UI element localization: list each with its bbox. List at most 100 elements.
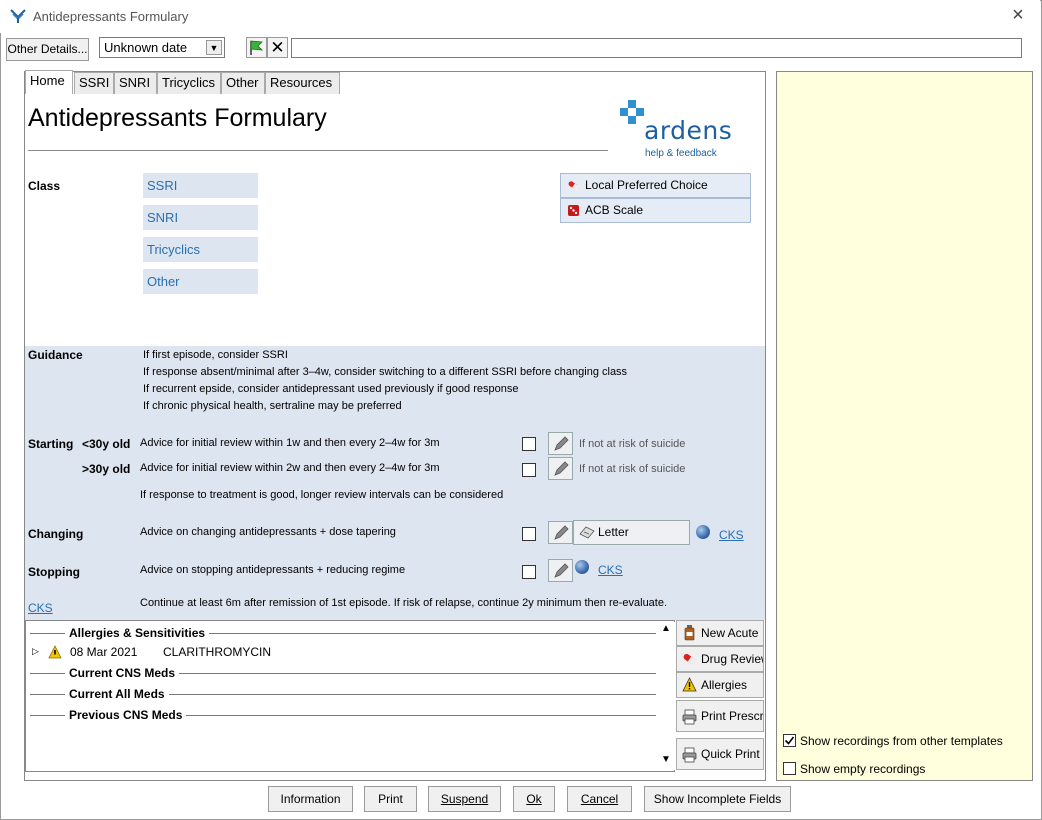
starting-under-30-checkbox[interactable] [522,437,536,451]
checkmark-icon [784,736,795,745]
show-incomplete-fields-button[interactable]: Show Incomplete Fields [644,786,791,812]
class-button-snri[interactable]: SNRI [143,205,258,230]
print-button[interactable]: Print [364,786,417,812]
starting-under-30-note: If not at risk of suicide [579,438,686,450]
date-select-value: Unknown date [104,40,188,55]
show-empty-recordings-label: Show empty recordings [800,762,926,776]
medications-list[interactable]: Allergies & Sensitivities ▷ 08 Mar 2021 … [25,620,675,772]
letter-button[interactable]: Letter [573,520,690,545]
tab-tricyclics[interactable]: Tricyclics [157,72,221,94]
section-current-all-meds: Current All Meds [30,687,660,701]
other-details-button[interactable]: Other Details... [6,38,89,61]
new-acute-button[interactable]: New Acute [676,620,764,646]
starting-footer: If response to treatment is good, longer… [140,489,504,501]
help-feedback-link[interactable]: help & feedback [645,148,717,159]
medicine-bottle-icon [684,625,695,641]
starting-age-under-30: <30y old [82,437,131,451]
guidance-line-4: If chronic physical health, sertraline m… [143,400,402,412]
drug-review-label: Drug Review [701,652,764,666]
allergies-label: Allergies [701,678,748,692]
expand-arrow-icon[interactable]: ▷ [32,646,39,657]
window-title: Antidepressants Formulary [33,9,189,24]
scroll-down-icon[interactable]: ▼ [661,754,671,765]
starting-over-30-checkbox[interactable] [522,463,536,477]
section-allergies-title: Allergies & Sensitivities [65,626,210,640]
allergies-button[interactable]: Allergies [676,672,764,698]
letter-label: Letter [598,525,629,539]
cancel-button[interactable]: Cancel [567,786,632,812]
changing-cks-link[interactable]: CKS [719,528,744,542]
quick-print-button[interactable]: Quick Print ... [676,738,764,770]
class-label: Class [28,179,61,193]
local-preferred-choice-label: Local Preferred Choice [585,178,708,192]
class-button-ssri[interactable]: SSRI [143,173,258,198]
starting-under-30-edit-button[interactable] [548,432,573,455]
chevron-down-icon[interactable]: ▼ [206,40,222,55]
close-button[interactable]: × [1006,4,1030,28]
starting-over-30-note: If not at risk of suicide [579,463,686,475]
tab-snri[interactable]: SNRI [114,72,157,94]
new-acute-label: New Acute [701,626,759,640]
date-select[interactable]: Unknown date ▼ [99,37,225,58]
page-title: Antidepressants Formulary [28,104,327,132]
comment-input[interactable] [291,38,1022,58]
stopping-label: Stopping [28,565,80,579]
stopping-edit-button[interactable] [548,559,573,582]
flag-button[interactable] [246,37,267,58]
tab-resources[interactable]: Resources [265,72,340,94]
pill-icon [568,181,580,191]
title-bar: Antidepressants Formulary × [0,0,1040,33]
show-other-templates-checkbox[interactable] [783,734,796,747]
ardens-logo[interactable]: ardens help & feedback [618,100,738,160]
pencil-icon [554,461,569,476]
clear-date-button[interactable]: ✕ [267,37,288,58]
changing-edit-button[interactable] [548,521,573,544]
changing-checkbox[interactable] [522,527,536,541]
ok-button[interactable]: Ok [513,786,555,812]
stopping-cks-link[interactable]: CKS [598,563,623,577]
app-logo-icon [10,9,26,23]
tab-other[interactable]: Other [221,72,265,94]
starting-label: Starting [28,437,74,451]
pencil-icon [554,436,569,451]
print-prescription-label: Print Prescri... [701,709,764,723]
green-flag-icon [250,40,264,55]
acb-scale-button[interactable]: ACB Scale [560,198,751,223]
cks-link[interactable]: CKS [28,601,53,615]
information-button[interactable]: Information [268,786,353,812]
logo-text: ardens [644,116,733,145]
section-current-cns-meds-title: Current CNS Meds [65,666,180,680]
show-empty-recordings-checkbox[interactable] [783,762,796,775]
continuation-advice: Continue at least 6m after remission of … [140,597,668,609]
print-prescription-button[interactable]: Print Prescri... [676,700,764,732]
medications-scrollbar[interactable]: ▲ ▼ [659,622,675,770]
pencil-icon [554,525,569,540]
stopping-checkbox[interactable] [522,565,536,579]
class-button-other[interactable]: Other [143,269,258,294]
section-current-cns-meds: Current CNS Meds [30,666,660,680]
local-preferred-choice-button[interactable]: Local Preferred Choice [560,173,751,198]
tab-ssri[interactable]: SSRI [74,72,114,94]
printer-icon [682,747,697,763]
acb-scale-label: ACB Scale [585,203,644,217]
show-other-templates-label: Show recordings from other templates [800,734,1003,748]
guidance-line-3: If recurrent epside, consider antidepres… [143,383,519,395]
quick-print-label: Quick Print ... [701,747,763,761]
starting-advice-under-30: Advice for initial review within 1w and … [140,437,440,449]
drug-review-button[interactable]: Drug Review [676,646,764,672]
globe-icon [575,560,589,574]
close-icon: × [1012,4,1024,26]
starting-over-30-edit-button[interactable] [548,457,573,480]
scroll-up-icon[interactable]: ▲ [661,623,671,634]
section-previous-cns-meds-title: Previous CNS Meds [65,708,187,722]
suspend-button[interactable]: Suspend [428,786,501,812]
tab-home[interactable]: Home [25,70,73,94]
class-button-tricyclics[interactable]: Tricyclics [143,237,258,262]
guidance-line-2: If response absent/minimal after 3–4w, c… [143,366,628,378]
section-previous-cns-meds: Previous CNS Meds [30,708,660,722]
allergy-name: CLARITHROMYCIN [163,645,272,659]
changing-label: Changing [28,527,84,541]
title-divider [28,150,608,151]
allergy-warning-icon [48,645,62,659]
stopping-advice: Advice on stopping antidepressants + red… [140,564,406,576]
